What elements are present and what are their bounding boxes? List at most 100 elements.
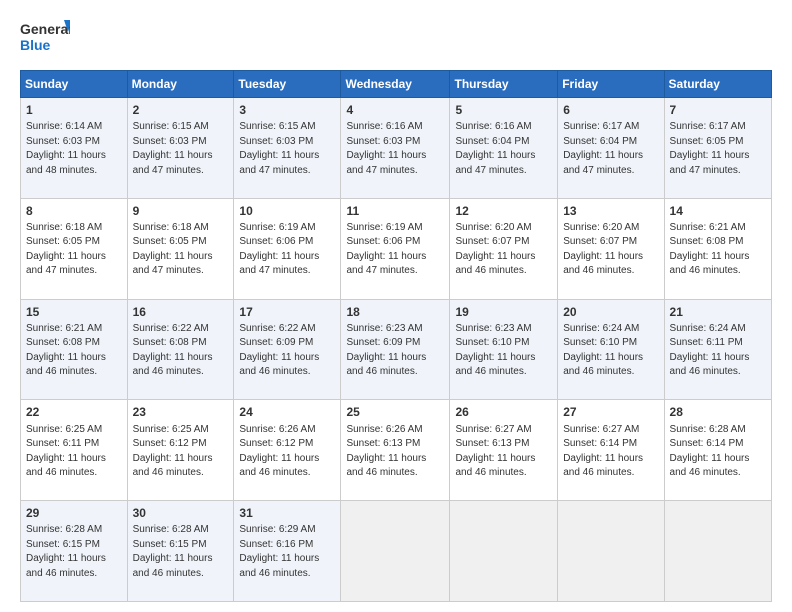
day-number: 13 [563,203,658,219]
calendar-header-tuesday: Tuesday [234,71,341,98]
calendar-cell: 15 Sunrise: 6:21 AMSunset: 6:08 PMDaylig… [21,299,128,400]
day-number: 30 [133,505,229,521]
day-info: Sunrise: 6:21 AMSunset: 6:08 PMDaylight:… [26,323,106,378]
day-info: Sunrise: 6:25 AMSunset: 6:11 PMDaylight:… [26,424,106,479]
day-number: 1 [26,102,122,118]
calendar-cell [664,501,771,602]
day-info: Sunrise: 6:22 AMSunset: 6:08 PMDaylight:… [133,323,213,378]
header: General Blue [20,18,772,60]
day-number: 27 [563,404,658,420]
day-number: 21 [670,304,766,320]
calendar-cell: 10 Sunrise: 6:19 AMSunset: 6:06 PMDaylig… [234,198,341,299]
calendar-cell: 13 Sunrise: 6:20 AMSunset: 6:07 PMDaylig… [558,198,664,299]
day-info: Sunrise: 6:15 AMSunset: 6:03 PMDaylight:… [239,121,319,176]
day-info: Sunrise: 6:19 AMSunset: 6:06 PMDaylight:… [346,222,426,277]
day-number: 4 [346,102,444,118]
calendar-cell: 23 Sunrise: 6:25 AMSunset: 6:12 PMDaylig… [127,400,234,501]
calendar-table: SundayMondayTuesdayWednesdayThursdayFrid… [20,70,772,602]
day-info: Sunrise: 6:28 AMSunset: 6:15 PMDaylight:… [26,524,106,579]
day-info: Sunrise: 6:23 AMSunset: 6:10 PMDaylight:… [455,323,535,378]
day-number: 19 [455,304,552,320]
logo-svg: General Blue [20,18,70,60]
calendar-cell: 19 Sunrise: 6:23 AMSunset: 6:10 PMDaylig… [450,299,558,400]
page: General Blue SundayMondayTuesdayWednesda… [0,0,792,612]
day-info: Sunrise: 6:20 AMSunset: 6:07 PMDaylight:… [563,222,643,277]
day-info: Sunrise: 6:20 AMSunset: 6:07 PMDaylight:… [455,222,535,277]
svg-text:Blue: Blue [20,37,51,53]
day-info: Sunrise: 6:28 AMSunset: 6:14 PMDaylight:… [670,424,750,479]
calendar-header-friday: Friday [558,71,664,98]
day-number: 18 [346,304,444,320]
calendar-week-row: 29 Sunrise: 6:28 AMSunset: 6:15 PMDaylig… [21,501,772,602]
day-info: Sunrise: 6:15 AMSunset: 6:03 PMDaylight:… [133,121,213,176]
calendar-cell: 11 Sunrise: 6:19 AMSunset: 6:06 PMDaylig… [341,198,450,299]
calendar-cell: 27 Sunrise: 6:27 AMSunset: 6:14 PMDaylig… [558,400,664,501]
calendar-cell: 4 Sunrise: 6:16 AMSunset: 6:03 PMDayligh… [341,98,450,199]
day-number: 7 [670,102,766,118]
day-number: 16 [133,304,229,320]
day-info: Sunrise: 6:21 AMSunset: 6:08 PMDaylight:… [670,222,750,277]
day-number: 17 [239,304,335,320]
day-number: 24 [239,404,335,420]
day-number: 11 [346,203,444,219]
svg-text:General: General [20,21,70,37]
calendar-cell: 2 Sunrise: 6:15 AMSunset: 6:03 PMDayligh… [127,98,234,199]
calendar-cell: 29 Sunrise: 6:28 AMSunset: 6:15 PMDaylig… [21,501,128,602]
day-info: Sunrise: 6:22 AMSunset: 6:09 PMDaylight:… [239,323,319,378]
calendar-cell: 21 Sunrise: 6:24 AMSunset: 6:11 PMDaylig… [664,299,771,400]
calendar-week-row: 22 Sunrise: 6:25 AMSunset: 6:11 PMDaylig… [21,400,772,501]
calendar-header-thursday: Thursday [450,71,558,98]
calendar-cell: 17 Sunrise: 6:22 AMSunset: 6:09 PMDaylig… [234,299,341,400]
day-info: Sunrise: 6:18 AMSunset: 6:05 PMDaylight:… [133,222,213,277]
calendar-header-saturday: Saturday [664,71,771,98]
calendar-cell [558,501,664,602]
calendar-cell: 24 Sunrise: 6:26 AMSunset: 6:12 PMDaylig… [234,400,341,501]
calendar-cell: 16 Sunrise: 6:22 AMSunset: 6:08 PMDaylig… [127,299,234,400]
calendar-cell: 25 Sunrise: 6:26 AMSunset: 6:13 PMDaylig… [341,400,450,501]
calendar-header-sunday: Sunday [21,71,128,98]
calendar-cell [341,501,450,602]
day-number: 3 [239,102,335,118]
calendar-cell: 5 Sunrise: 6:16 AMSunset: 6:04 PMDayligh… [450,98,558,199]
day-info: Sunrise: 6:24 AMSunset: 6:10 PMDaylight:… [563,323,643,378]
calendar-cell: 30 Sunrise: 6:28 AMSunset: 6:15 PMDaylig… [127,501,234,602]
day-number: 6 [563,102,658,118]
day-number: 5 [455,102,552,118]
day-info: Sunrise: 6:17 AMSunset: 6:05 PMDaylight:… [670,121,750,176]
day-info: Sunrise: 6:17 AMSunset: 6:04 PMDaylight:… [563,121,643,176]
day-number: 14 [670,203,766,219]
day-number: 15 [26,304,122,320]
day-info: Sunrise: 6:28 AMSunset: 6:15 PMDaylight:… [133,524,213,579]
day-info: Sunrise: 6:26 AMSunset: 6:13 PMDaylight:… [346,424,426,479]
calendar-cell: 8 Sunrise: 6:18 AMSunset: 6:05 PMDayligh… [21,198,128,299]
calendar-week-row: 1 Sunrise: 6:14 AMSunset: 6:03 PMDayligh… [21,98,772,199]
day-number: 12 [455,203,552,219]
calendar-cell: 3 Sunrise: 6:15 AMSunset: 6:03 PMDayligh… [234,98,341,199]
calendar-header-wednesday: Wednesday [341,71,450,98]
day-info: Sunrise: 6:25 AMSunset: 6:12 PMDaylight:… [133,424,213,479]
calendar-cell: 12 Sunrise: 6:20 AMSunset: 6:07 PMDaylig… [450,198,558,299]
day-info: Sunrise: 6:26 AMSunset: 6:12 PMDaylight:… [239,424,319,479]
calendar-cell: 31 Sunrise: 6:29 AMSunset: 6:16 PMDaylig… [234,501,341,602]
day-number: 25 [346,404,444,420]
day-info: Sunrise: 6:29 AMSunset: 6:16 PMDaylight:… [239,524,319,579]
calendar-cell: 18 Sunrise: 6:23 AMSunset: 6:09 PMDaylig… [341,299,450,400]
calendar-cell: 20 Sunrise: 6:24 AMSunset: 6:10 PMDaylig… [558,299,664,400]
day-info: Sunrise: 6:16 AMSunset: 6:04 PMDaylight:… [455,121,535,176]
calendar-cell: 6 Sunrise: 6:17 AMSunset: 6:04 PMDayligh… [558,98,664,199]
calendar-week-row: 15 Sunrise: 6:21 AMSunset: 6:08 PMDaylig… [21,299,772,400]
logo: General Blue [20,18,70,60]
day-info: Sunrise: 6:27 AMSunset: 6:14 PMDaylight:… [563,424,643,479]
calendar-cell: 22 Sunrise: 6:25 AMSunset: 6:11 PMDaylig… [21,400,128,501]
calendar-cell: 28 Sunrise: 6:28 AMSunset: 6:14 PMDaylig… [664,400,771,501]
day-number: 23 [133,404,229,420]
day-number: 22 [26,404,122,420]
day-info: Sunrise: 6:24 AMSunset: 6:11 PMDaylight:… [670,323,750,378]
calendar-cell: 7 Sunrise: 6:17 AMSunset: 6:05 PMDayligh… [664,98,771,199]
calendar-cell: 9 Sunrise: 6:18 AMSunset: 6:05 PMDayligh… [127,198,234,299]
calendar-cell: 14 Sunrise: 6:21 AMSunset: 6:08 PMDaylig… [664,198,771,299]
calendar-cell [450,501,558,602]
calendar-cell: 26 Sunrise: 6:27 AMSunset: 6:13 PMDaylig… [450,400,558,501]
day-number: 31 [239,505,335,521]
day-info: Sunrise: 6:18 AMSunset: 6:05 PMDaylight:… [26,222,106,277]
